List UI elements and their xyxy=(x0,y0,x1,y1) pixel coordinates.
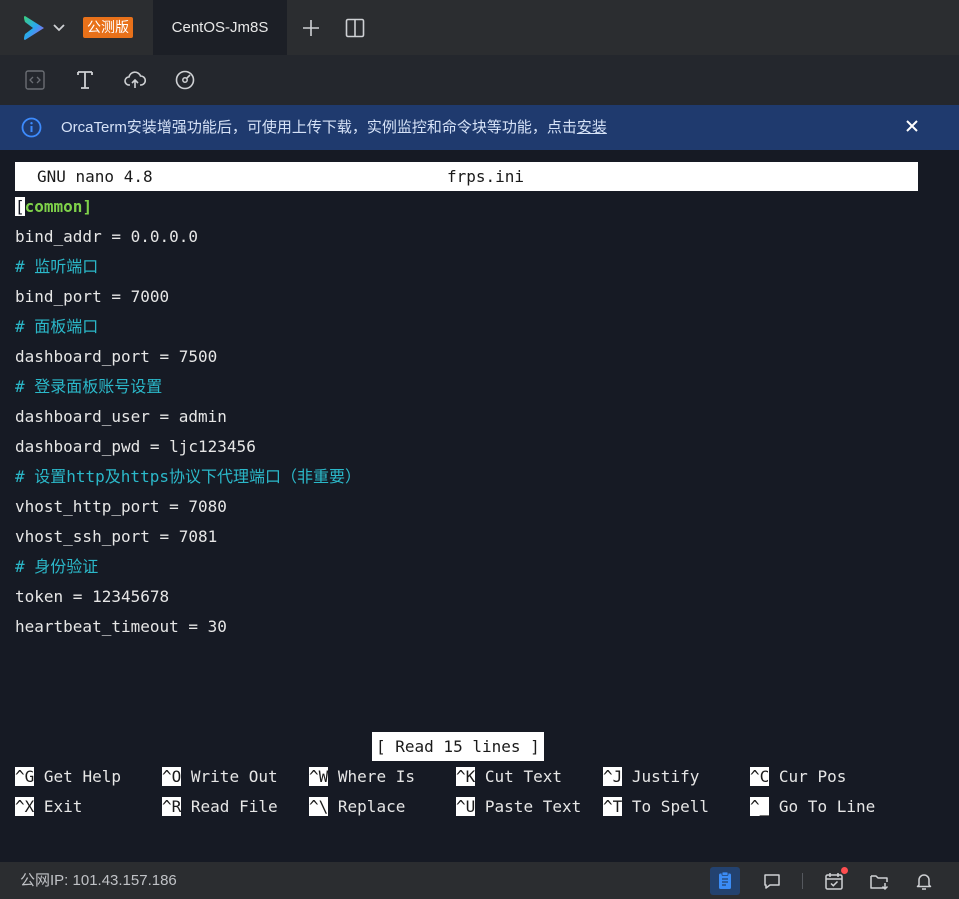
shortcut-label: Go To Line xyxy=(778,797,876,816)
clipboard-icon[interactable] xyxy=(714,870,736,892)
text-cursor: [ xyxy=(15,197,25,216)
shortcut-item[interactable]: ^U Paste Text xyxy=(456,792,581,822)
comment-line: # 身份验证 xyxy=(15,557,99,576)
comment-line: # 设置http及https协议下代理端口（非重要） xyxy=(15,467,361,486)
cloud-upload-icon[interactable] xyxy=(124,69,146,91)
shortcut-item[interactable]: ^C Cur Pos xyxy=(750,762,846,792)
bell-icon[interactable] xyxy=(913,870,935,892)
comment-line: # 监听端口 xyxy=(15,257,99,276)
text-format-icon[interactable] xyxy=(74,69,96,91)
shortcut-label: Replace xyxy=(337,797,406,816)
config-line: vhost_ssh_port = 7081 xyxy=(15,527,218,546)
config-line: dashboard_user = admin xyxy=(15,407,227,426)
add-tab-icon[interactable] xyxy=(300,17,322,39)
notice-message: OrcaTerm安装增强功能后，可使用上传下载，实例监控和命令块等功能，点击 xyxy=(61,119,577,136)
split-view-icon[interactable] xyxy=(344,17,366,39)
install-link[interactable]: 安装 xyxy=(577,119,607,136)
shortcut-item[interactable]: ^T To Spell xyxy=(603,792,709,822)
shortcut-label: To Spell xyxy=(631,797,709,816)
shortcut-label: Read File xyxy=(190,797,278,816)
shortcut-item[interactable]: ^_ Go To Line xyxy=(750,792,875,822)
nano-filename: frps.ini xyxy=(447,167,525,186)
public-ip: 公网IP: 101.43.157.186 xyxy=(20,872,177,889)
tab-centos[interactable]: CentOS-Jm8S xyxy=(153,0,287,55)
shortcut-label: Justify xyxy=(631,767,700,786)
shortcut-item[interactable]: ^W Where Is xyxy=(309,762,415,792)
chevron-down-icon[interactable] xyxy=(52,20,66,34)
shortcut-key: ^C xyxy=(750,767,770,786)
chat-icon[interactable] xyxy=(761,870,783,892)
config-line: bind_port = 7000 xyxy=(15,287,170,306)
comment-line: # 登录面板账号设置 xyxy=(15,377,163,396)
shortcut-item[interactable]: ^K Cut Text xyxy=(456,762,562,792)
status-bar-divider xyxy=(802,873,803,889)
notice-text: OrcaTerm安装增强功能后，可使用上传下载，实例监控和命令块等功能，点击安装 xyxy=(61,105,607,150)
config-line: heartbeat_timeout = 30 xyxy=(15,617,227,636)
orcaterm-logo-icon[interactable] xyxy=(22,14,48,42)
shortcut-key: ^O xyxy=(162,767,182,786)
shortcut-key: ^J xyxy=(603,767,623,786)
code-snippet-icon[interactable] xyxy=(24,69,46,91)
toolbar xyxy=(0,55,959,105)
shortcut-item[interactable]: ^R Read File xyxy=(162,792,278,822)
config-line: bind_addr = 0.0.0.0 xyxy=(15,227,199,246)
shortcut-key: ^R xyxy=(162,797,182,816)
section-close: ] xyxy=(82,197,93,216)
shortcut-label: Cur Pos xyxy=(778,767,847,786)
shortcut-label: Cut Text xyxy=(484,767,562,786)
shortcut-label: Write Out xyxy=(190,767,278,786)
shortcut-label: Paste Text xyxy=(484,797,582,816)
status-bar: 公网IP: 101.43.157.186 xyxy=(0,862,959,899)
shortcut-key: ^_ xyxy=(750,797,770,816)
shortcut-item[interactable]: ^J Justify xyxy=(603,762,699,792)
shortcut-label: Where Is xyxy=(337,767,415,786)
shortcut-label: Exit xyxy=(43,797,83,816)
tab-bar: 公测版 CentOS-Jm8S xyxy=(0,0,959,55)
shortcut-key: ^T xyxy=(603,797,623,816)
shortcut-item[interactable]: ^O Write Out xyxy=(162,762,278,792)
dashboard-gauge-icon[interactable] xyxy=(174,69,196,91)
nano-header: GNU nano 4.8 frps.ini xyxy=(15,162,918,191)
nano-status-message: [ Read 15 lines ] xyxy=(372,732,544,761)
shortcut-key: ^G xyxy=(15,767,35,786)
shortcut-item[interactable]: ^G Get Help xyxy=(15,762,121,792)
shortcut-item[interactable]: ^X Exit xyxy=(15,792,82,822)
info-icon xyxy=(21,117,42,138)
shortcut-key: ^\ xyxy=(309,797,329,816)
shortcut-label: Get Help xyxy=(43,767,121,786)
shortcut-key: ^K xyxy=(456,767,476,786)
nano-version: GNU nano 4.8 xyxy=(37,167,153,186)
shortcut-item[interactable]: ^\ Replace xyxy=(309,792,405,822)
folder-download-icon[interactable] xyxy=(868,870,890,892)
comment-line: # 面板端口 xyxy=(15,317,99,336)
section-name: common xyxy=(24,197,83,216)
config-line: dashboard_pwd = ljc123456 xyxy=(15,437,256,456)
shortcut-key: ^X xyxy=(15,797,35,816)
config-line: token = 12345678 xyxy=(15,587,170,606)
shortcut-key: ^W xyxy=(309,767,329,786)
notification-dot xyxy=(841,867,848,874)
install-notice-banner: OrcaTerm安装增强功能后，可使用上传下载，实例监控和命令块等功能，点击安装 xyxy=(0,105,959,150)
config-line: dashboard_port = 7500 xyxy=(15,347,218,366)
shortcut-key: ^U xyxy=(456,797,476,816)
beta-badge: 公测版 xyxy=(83,17,133,38)
close-icon[interactable] xyxy=(905,119,919,133)
section-header-line: [common] xyxy=(15,192,92,222)
config-line: vhost_http_port = 7080 xyxy=(15,497,227,516)
